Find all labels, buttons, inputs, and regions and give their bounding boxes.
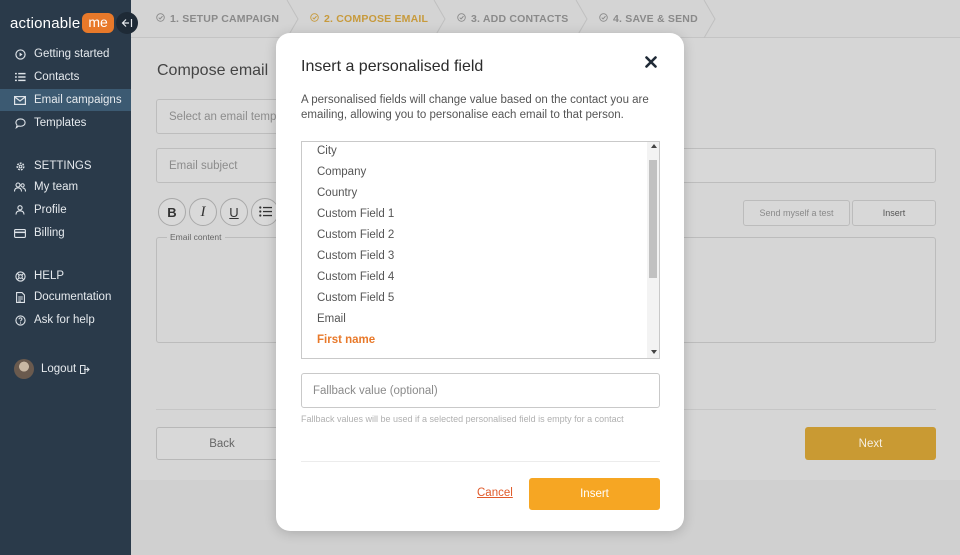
sidebar-item-contacts[interactable]: Contacts [0, 66, 131, 88]
sidebar-item-label: Billing [34, 227, 65, 239]
close-icon[interactable] [645, 55, 657, 73]
underline-label: U [229, 204, 239, 220]
sidebar-item-label: Email campaigns [34, 94, 122, 106]
step-label: 4. SAVE & SEND [613, 13, 698, 25]
email-content-legend: Email content [167, 232, 225, 242]
scroll-down-icon[interactable] [651, 350, 657, 354]
modal-description: A personalised fields will change value … [301, 94, 649, 121]
check-icon [599, 13, 608, 25]
list-item[interactable]: Custom Field 4 [317, 267, 394, 288]
sidebar-item-label: Ask for help [34, 314, 95, 326]
brand-name: actionable [10, 14, 81, 32]
fallback-value-input[interactable] [301, 373, 660, 408]
sidebar-item-label: Getting started [34, 48, 110, 60]
brand-logo[interactable]: actionable me [10, 12, 114, 34]
list-item[interactable]: Custom Field 2 [317, 225, 394, 246]
page-title: Compose email [157, 62, 269, 79]
team-icon [14, 181, 26, 193]
sidebar: actionable me Getting started Contacts E… [0, 0, 131, 555]
sidebar-item-email-campaigns[interactable]: Email campaigns [0, 89, 131, 111]
insert-field-modal: Insert a personalised field A personalis… [276, 33, 684, 531]
step-label: 2. COMPOSE EMAIL [324, 13, 429, 25]
check-icon [457, 13, 466, 25]
logout-button[interactable]: Logout [0, 358, 131, 380]
list-item[interactable]: Email [317, 309, 346, 330]
modal-divider [301, 461, 660, 462]
list-item[interactable]: Custom Field 3 [317, 246, 394, 267]
sidebar-item-billing[interactable]: Billing [0, 222, 131, 244]
sidebar-section-help: HELP [0, 265, 131, 287]
sidebar-item-label: Documentation [34, 291, 112, 303]
back-label: Back [209, 437, 235, 450]
template-select[interactable]: Select an email temp [156, 99, 286, 134]
lifebuoy-icon [14, 270, 26, 282]
insert-label: Insert [580, 488, 609, 500]
arrow-left-icon[interactable] [116, 12, 138, 34]
back-button[interactable]: Back [156, 427, 288, 460]
listbox-scrollbar[interactable] [647, 142, 659, 358]
sidebar-item-label: Contacts [34, 71, 80, 83]
send-test-label: Send myself a test [759, 208, 834, 218]
insert-button[interactable]: Insert [529, 478, 660, 510]
sidebar-item-documentation[interactable]: Documentation [0, 286, 131, 308]
check-icon [310, 13, 319, 25]
italic-button[interactable]: I [189, 198, 217, 226]
list-icon [14, 71, 26, 83]
next-label: Next [858, 437, 883, 450]
credit-card-icon [14, 227, 26, 239]
italic-label: I [200, 203, 206, 220]
sidebar-item-label: Templates [34, 117, 87, 129]
modal-title: Insert a personalised field [301, 58, 484, 75]
gear-icon [14, 160, 26, 172]
envelope-icon [14, 94, 26, 106]
play-circle-icon [14, 48, 26, 60]
list-item[interactable]: Custom Field 1 [317, 204, 394, 225]
next-button[interactable]: Next [805, 427, 936, 460]
sidebar-item-my-team[interactable]: My team [0, 176, 131, 198]
send-test-button[interactable]: Send myself a test [743, 200, 850, 226]
sidebar-section-label: SETTINGS [34, 160, 92, 172]
user-icon [14, 204, 26, 216]
list-item[interactable]: Custom Field 5 [317, 288, 394, 309]
template-select-placeholder: Select an email temp [169, 110, 277, 123]
bold-label: B [167, 204, 177, 220]
sidebar-item-ask-for-help[interactable]: Ask for help [0, 309, 131, 331]
insert-field-button[interactable]: Insert [852, 200, 936, 226]
list-icon [258, 205, 272, 220]
scrollbar-thumb[interactable] [649, 160, 657, 278]
bullet-list-button[interactable] [251, 198, 279, 226]
scroll-up-icon[interactable] [651, 144, 657, 148]
list-item[interactable]: Company [317, 162, 366, 183]
sidebar-section-label: HELP [34, 270, 65, 282]
cancel-link[interactable]: Cancel [477, 487, 513, 499]
speech-bubble-icon [14, 117, 26, 129]
sidebar-item-templates[interactable]: Templates [0, 112, 131, 134]
step-separator [703, 0, 717, 38]
underline-button[interactable]: U [220, 198, 248, 226]
list-item[interactable]: Country [317, 183, 357, 204]
step-label: 1. SETUP CAMPAIGN [170, 13, 280, 25]
document-icon [14, 291, 26, 303]
step-setup-campaign[interactable]: 1. SETUP CAMPAIGN [156, 0, 279, 38]
field-listbox[interactable]: City Company Country Custom Field 1 Cust… [301, 141, 660, 359]
bold-button[interactable]: B [158, 198, 186, 226]
question-circle-icon [14, 314, 26, 326]
fallback-help-text: Fallback values will be used if a select… [301, 414, 624, 424]
subject-input-placeholder: Email subject [169, 159, 238, 172]
sidebar-section-settings: SETTINGS [0, 155, 131, 177]
sidebar-item-profile[interactable]: Profile [0, 199, 131, 221]
list-item[interactable]: City [317, 142, 337, 162]
check-icon [156, 13, 165, 25]
logout-label: Logout [41, 363, 77, 375]
logout-icon [80, 364, 90, 374]
sidebar-item-getting-started[interactable]: Getting started [0, 43, 131, 65]
list-item-selected[interactable]: First name [317, 330, 375, 351]
sidebar-item-label: My team [34, 181, 79, 193]
sidebar-item-label: Profile [34, 204, 67, 216]
avatar [14, 359, 34, 379]
insert-field-label: Insert [882, 208, 906, 218]
step-label: 3. ADD CONTACTS [471, 13, 569, 25]
brand-badge: me [82, 13, 114, 33]
